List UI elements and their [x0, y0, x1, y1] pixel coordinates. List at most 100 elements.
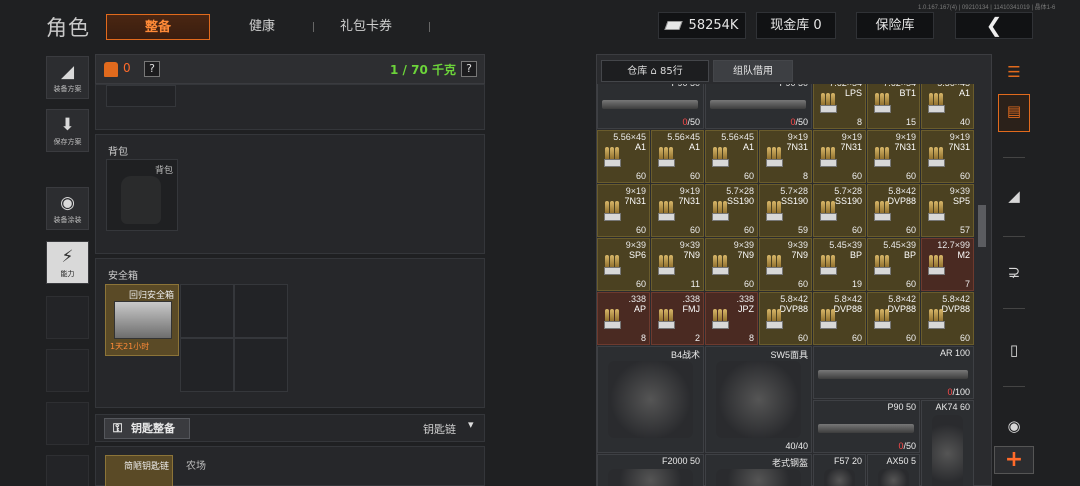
ammo-item[interactable]: 9×19 7N31 60 [813, 130, 866, 183]
ammo-item[interactable]: 5.56×45 A1 60 [597, 130, 650, 183]
chevron-down-icon[interactable]: ▾ [468, 418, 474, 431]
equipment-slot[interactable] [106, 85, 176, 107]
safe-box-button[interactable]: 保险库 [856, 12, 934, 39]
item-capacity: /50 [795, 117, 808, 127]
gear-item[interactable]: SW5面具 40/40 [705, 346, 812, 453]
ammo-item[interactable]: 9×19 7N31 60 [921, 130, 974, 183]
key-loadout-button[interactable]: ⚿ 钥匙整备 [104, 418, 190, 439]
vest-filter-icon[interactable]: ◢ [998, 180, 1030, 212]
keychain-select[interactable]: 钥匙链 [423, 421, 456, 437]
key-header: ⚿ 钥匙整备 钥匙链 ▾ [95, 414, 485, 442]
ammo-item[interactable]: 9×19 7N31 60 [651, 184, 704, 237]
ammo-item[interactable]: 5.7×28 SS190 59 [759, 184, 812, 237]
ammo-item[interactable]: 5.56×45 A1 60 [705, 130, 758, 183]
add-button[interactable]: + [994, 446, 1034, 474]
ammo-item[interactable]: 5.56×45 A1 60 [651, 130, 704, 183]
safe-item-slot[interactable]: 回归安全箱 1天21小时 [105, 284, 179, 356]
tab-warehouse[interactable]: 仓库 ⌂ 85行 [601, 60, 709, 82]
ammo-item[interactable]: 9×39 7N9 11 [651, 238, 704, 291]
tab-gift-cards[interactable]: 礼包卡券 [322, 14, 410, 40]
tab-health[interactable]: 健康 [220, 14, 304, 40]
safe-grid-cell[interactable] [234, 284, 288, 338]
item-name: 9×39 [787, 240, 808, 250]
safe-grid-cell[interactable] [234, 338, 288, 392]
item-count: 60 [797, 279, 808, 289]
gear-item[interactable]: P90 50 0/50 [597, 84, 704, 129]
gear-item[interactable]: F57 20 [813, 454, 866, 486]
armor-filter-icon[interactable]: ▤ [998, 94, 1030, 132]
ammo-item[interactable]: 5.7×28 SS190 60 [813, 184, 866, 237]
ammo-item[interactable]: 5.8×42 DVP88 60 [921, 292, 974, 345]
gear-icon [608, 361, 693, 438]
gear-item[interactable]: 老式钢盔 [705, 454, 812, 486]
ammo-item[interactable]: .338 AP 8 [597, 292, 650, 345]
help-button[interactable]: ? [144, 61, 160, 77]
backpack-slot[interactable]: 背包 [106, 159, 178, 231]
warehouse-scrollbar[interactable] [978, 205, 986, 247]
gear-item[interactable]: F2000 50 [597, 454, 704, 486]
ammo-item[interactable]: 5.8×42 DVP88 60 [867, 292, 920, 345]
magazine-icon[interactable]: ▯ [998, 334, 1030, 366]
gear-item[interactable]: P90 50 0/50 [813, 400, 920, 453]
ammo-item[interactable]: 7.62×54BT115 [867, 84, 920, 129]
item-type: DVP88 [833, 304, 862, 314]
item-type: SS190 [726, 196, 754, 206]
item-name: 9×19 [625, 186, 646, 196]
gear-item[interactable]: B4战术 [597, 346, 704, 453]
warehouse-grid: P90 500/50P90 500/507.62×54LPS87.62×54BT… [597, 84, 977, 486]
key-item-slot[interactable]: 简陋钥匙链 [105, 455, 173, 486]
ammo-item[interactable]: 9×19 7N31 60 [597, 184, 650, 237]
helmet-icon: ◉ [60, 193, 75, 213]
ammo-item[interactable]: 9×39 7N9 60 [705, 238, 758, 291]
ammo-item[interactable]: 5.45×39 BP 60 [867, 238, 920, 291]
ammo-box-icon [927, 255, 945, 277]
tab-team-borrow[interactable]: 组队借用 [713, 60, 793, 82]
item-capacity: /100 [952, 387, 970, 397]
backpack-panel: 背包 背包 [95, 134, 485, 254]
ammo-item[interactable]: 9×19 7N31 60 [867, 130, 920, 183]
ammo-item[interactable]: 5.45×39 BP 19 [813, 238, 866, 291]
tab-equipment[interactable]: 整备 [106, 14, 210, 40]
item-name: 9×39 [679, 240, 700, 250]
ammo-item[interactable]: 5.8×42 DVP88 60 [813, 292, 866, 345]
sidebar-item-paint[interactable]: ◉ 装备涂装 [46, 187, 89, 230]
ammo-box-icon [927, 93, 945, 115]
item-name: 9×19 [841, 132, 862, 142]
sidebar-item-save[interactable]: ⬇ 保存方案 [46, 109, 89, 152]
ammo-item[interactable]: 7.62×54LPS8 [813, 84, 866, 129]
back-button[interactable]: ❮ [955, 12, 1033, 39]
ammo-box-icon [873, 93, 891, 115]
sidebar-item-label: 保存方案 [53, 138, 82, 146]
gear-item[interactable]: AR 100 0/100 [813, 346, 974, 399]
ammo-item[interactable]: 9×39 SP5 57 [921, 184, 974, 237]
ammo-item[interactable]: 9×19 7N31 8 [759, 130, 812, 183]
cash-vault-button[interactable]: 现金库 0 [756, 12, 836, 39]
gear-item[interactable]: AX50 5 [867, 454, 920, 486]
safe-grid-cell[interactable] [180, 338, 234, 392]
grenade-icon[interactable]: ◉ [998, 410, 1030, 442]
ammo-item[interactable]: 5.56×45A140 [921, 84, 974, 129]
item-type: LPS [844, 88, 862, 98]
weight-help-button[interactable]: ? [461, 61, 477, 77]
ammo-box-icon [819, 201, 837, 223]
sidebar-item-loadout[interactable]: ◢ 装备方案 [46, 56, 89, 99]
ammo-item[interactable]: 9×39 7N9 60 [759, 238, 812, 291]
ammo-item[interactable]: .338 JPZ 8 [705, 292, 758, 345]
gear-item[interactable]: AK74 60 [921, 400, 974, 486]
ammo-item[interactable]: 5.8×42 DVP88 60 [759, 292, 812, 345]
ammo-item[interactable]: .338 FMJ 2 [651, 292, 704, 345]
ammo-item[interactable]: 5.7×28 SS190 60 [705, 184, 758, 237]
sort-icon[interactable]: ☰ [998, 56, 1030, 88]
item-type: 7N9 [737, 250, 754, 260]
rifle-icon[interactable]: ⊋ [998, 256, 1030, 288]
gear-item[interactable]: P90 50 0/50 [705, 84, 812, 129]
ammo-item[interactable]: 9×39 SP6 60 [597, 238, 650, 291]
sidebar-item-ability[interactable]: ⚡ 能力 [46, 241, 89, 284]
safe-grid-cell[interactable] [180, 284, 234, 338]
ammo-item[interactable]: 12.7×99 M2 7 [921, 238, 974, 291]
item-count: 0/50 [790, 117, 808, 127]
money-icon [663, 21, 683, 30]
ammo-item[interactable]: 5.8×42 DVP88 60 [867, 184, 920, 237]
item-name: F2000 50 [661, 456, 700, 466]
magazine-icon [818, 370, 968, 379]
